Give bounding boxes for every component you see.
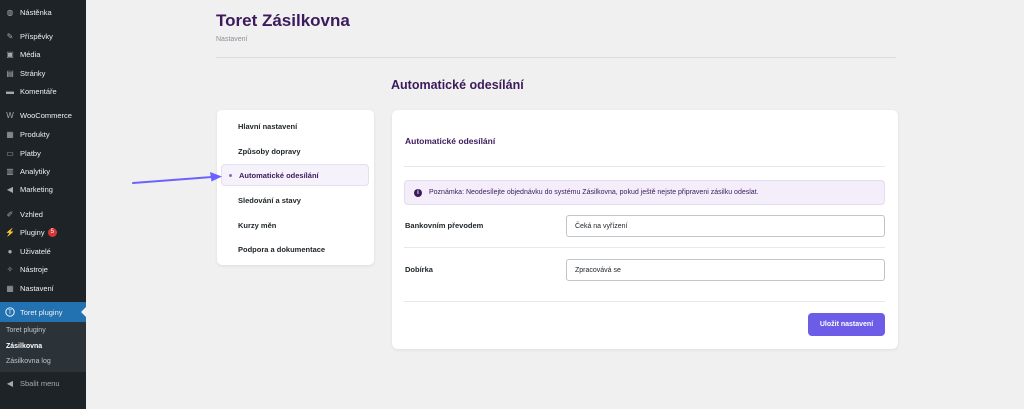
sidebar-item-label: Toret pluginy [20,307,63,317]
sidebar-item-label: Nastavení [20,283,54,293]
media-icon: ▣ [6,49,14,59]
cod-status-select[interactable]: Zpracovává se [566,259,885,281]
sidebar-item-label: Marketing [20,184,53,194]
nav-item-main-settings[interactable]: Hlavní nastavení [221,115,369,137]
bank-transfer-label: Bankovním převodem [405,221,484,230]
comments-icon: ▬ [6,86,14,96]
sidebar-item-woocommerce[interactable]: W WooCommerce [0,106,86,124]
nav-item-support-docs[interactable]: Podpora a dokumentace [221,238,369,260]
active-indicator-dot [229,174,232,177]
sidebar-item-label: Příspěvky [20,31,53,41]
divider [404,247,885,248]
notice-box: i Poznámka: Neodesílejte objednávku do s… [404,180,885,205]
cod-label: Dobírka [405,265,433,274]
settings-card: Automatické odesílání i Poznámka: Neodes… [392,110,898,349]
products-icon: ▦ [6,129,14,139]
nav-item-shipping-methods[interactable]: Způsoby dopravy [221,140,369,162]
svg-text:T: T [8,310,12,316]
submenu-item-toret-plugins[interactable]: Toret pluginy [6,327,46,334]
nav-item-currency-rates[interactable]: Kurzy měn [221,214,369,236]
info-icon: i [414,188,422,197]
sidebar-item-label: Produkty [20,129,50,139]
sidebar-item-products[interactable]: ▦ Produkty [0,125,86,143]
nav-item-label: Automatické odesílání [239,170,319,180]
sidebar-item-tools[interactable]: ✧ Nástroje [0,260,86,278]
bank-transfer-status-select[interactable]: Čeká na vyřízení [566,215,885,237]
sidebar-item-toret-plugins[interactable]: T Toret pluginy [0,302,86,322]
sidebar-item-label: Platby [20,148,41,158]
sidebar-item-media[interactable]: ▣ Média [0,45,86,63]
sidebar-item-label: Média [20,49,41,59]
plugins-icon: ⚡ [5,227,15,237]
settings-nav: Hlavní nastavení Způsoby dopravy Automat… [217,110,374,265]
users-icon: ● [7,246,13,256]
sidebar-item-payments[interactable]: ▭ Platby [0,144,86,162]
sidebar-item-label: Komentáře [20,86,57,96]
pin-icon: ✎ [6,31,14,41]
sidebar-item-marketing[interactable]: ◀ Marketing [0,180,86,198]
sidebar-item-comments[interactable]: ▬ Komentáře [0,82,86,100]
pages-icon: ▤ [6,68,14,78]
admin-sidebar: ◍ Nástěnka ✎ Příspěvky ▣ Média ▤ Stránky… [0,0,86,409]
nav-item-auto-sending[interactable]: Automatické odesílání [221,164,369,186]
nav-item-tracking-statuses[interactable]: Sledování a stavy [221,189,369,211]
select-value: Zpracovává se [575,266,621,274]
breadcrumb: Nastavení [216,36,248,43]
submenu-item-zasilkovna[interactable]: Zásilkovna [6,343,42,350]
notice-text: Poznámka: Neodesílejte objednávku do sys… [429,189,759,196]
sidebar-item-dashboard[interactable]: ◍ Nástěnka [0,3,86,21]
tools-icon: ✧ [6,264,14,274]
payments-icon: ▭ [6,148,14,158]
megaphone-icon: ◀ [6,184,14,194]
settings-icon: ▦ [6,283,14,293]
select-value: Čeká na vyřízení [575,222,628,230]
card-title: Automatické odesílání [405,136,496,146]
collapse-menu-button[interactable]: ◀ Sbalit menu [0,374,86,392]
update-count-badge: 5 [47,227,57,237]
sidebar-item-users[interactable]: ● Uživatelé [0,242,86,260]
brush-icon: ✐ [6,209,14,219]
divider [404,301,885,302]
sidebar-item-label: Nástroje [20,264,48,274]
section-title: Automatické odesílání [391,78,524,92]
sidebar-item-label: Stránky [20,68,46,78]
collapse-menu-label: Sbalit menu [20,378,60,388]
page-title: Toret Zásilkovna [216,11,350,30]
sidebar-item-analytics[interactable]: ▥ Analytiky [0,162,86,180]
woocommerce-icon: W [6,110,14,120]
sidebar-item-pages[interactable]: ▤ Stránky [0,64,86,82]
sidebar-item-label: Analytiky [20,166,51,176]
sidebar-submenu: Toret pluginy Zásilkovna Zásilkovna log [0,322,86,372]
sidebar-item-label: Vzhled [20,209,43,219]
sidebar-item-label: Pluginy [20,227,45,237]
submenu-item-zasilkovna-log[interactable]: Zásilkovna log [6,358,51,365]
sidebar-item-settings[interactable]: ▦ Nastavení [0,279,86,297]
sidebar-item-posts[interactable]: ✎ Příspěvky [0,27,86,45]
collapse-icon: ◀ [6,378,14,388]
sidebar-item-label: WooCommerce [20,110,72,120]
divider [404,166,885,167]
save-settings-button[interactable]: Uložit nastavení [808,313,885,336]
sidebar-item-plugins[interactable]: ⚡ Pluginy 5 [0,223,86,241]
annotation-arrow [132,172,222,184]
sidebar-item-label: Nástěnka [20,7,52,17]
sidebar-item-label: Uživatelé [20,246,51,256]
header-divider [216,57,896,58]
dashboard-icon: ◍ [6,7,14,17]
sidebar-item-appearance[interactable]: ✐ Vzhled [0,205,86,223]
toret-logo-icon: T [5,307,15,317]
analytics-icon: ▥ [6,166,14,176]
